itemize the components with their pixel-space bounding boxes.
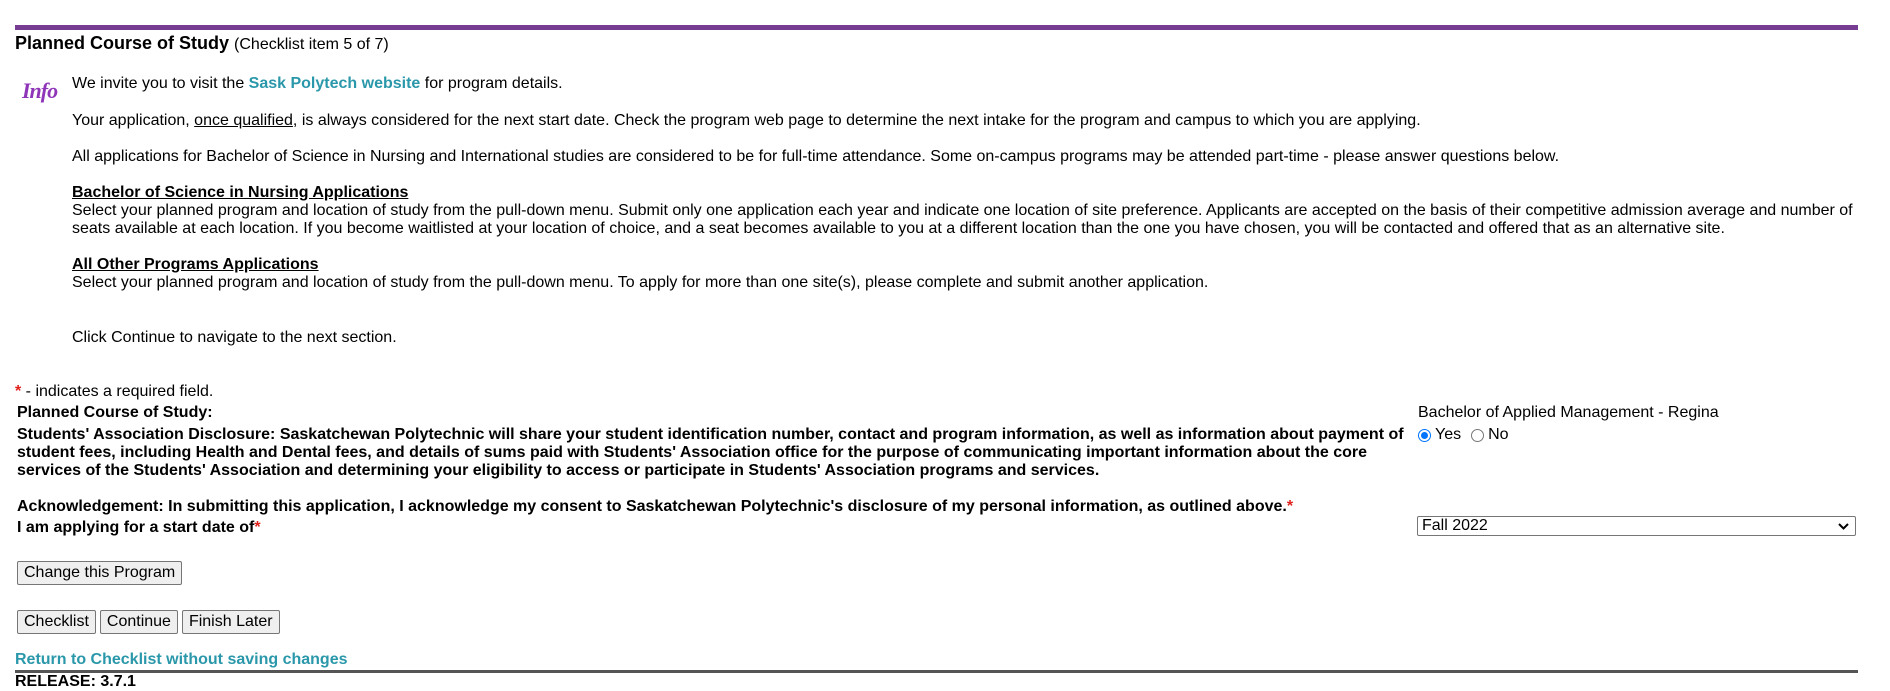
start-date-selected-value: Fall 2022: [1422, 517, 1488, 534]
disclosure-radio-group: Yes No: [1418, 426, 1509, 444]
info-line-qualified: Your application, once qualified, is alw…: [72, 112, 1421, 130]
start-date-text: I am applying for a start date of: [17, 519, 255, 536]
required-asterisk-icon: *: [254, 519, 261, 536]
continue-button[interactable]: Continue: [99, 610, 178, 634]
once-qualified-text: once qualified: [194, 112, 293, 129]
info-text: for program details.: [420, 75, 563, 92]
page-title: Planned Course of Study (Checklist item …: [15, 33, 389, 54]
return-to-checklist-link[interactable]: Return to Checklist without saving chang…: [15, 651, 348, 669]
start-date-label: I am applying for a start date of*: [17, 519, 261, 537]
release-version: RELEASE: 3.7.1: [15, 673, 136, 690]
bsn-heading: Bachelor of Science in Nursing Applicati…: [72, 184, 409, 201]
continue-note: Click Continue to navigate to the next s…: [72, 329, 397, 346]
planned-course-label: Planned Course of Study:: [17, 404, 213, 421]
acknowledgement-label: Acknowledgement: In submitting this appl…: [17, 498, 1293, 516]
info-text: We invite you to visit the: [72, 75, 249, 92]
checklist-button[interactable]: Checklist: [17, 610, 96, 634]
page-title-text: Planned Course of Study: [15, 33, 230, 53]
disclosure-label: Students' Association Disclosure: Saskat…: [17, 426, 1404, 479]
required-note-text: - indicates a required field.: [21, 383, 214, 400]
checklist-progress: (Checklist item 5 of 7): [234, 36, 389, 53]
info-line-fulltime: All applications for Bachelor of Science…: [72, 148, 1560, 165]
finish-later-button[interactable]: Finish Later: [181, 610, 280, 634]
bsn-body: Select your planned program and location…: [72, 202, 1853, 237]
disclosure-yes-label[interactable]: Yes: [1435, 426, 1461, 444]
disclosure-yes-radio[interactable]: [1418, 428, 1431, 442]
sask-polytech-website-link[interactable]: Sask Polytech website: [249, 75, 421, 92]
required-field-note: * - indicates a required field.: [15, 383, 213, 401]
disclosure-no-radio[interactable]: [1471, 428, 1485, 442]
planned-course-value: Bachelor of Applied Management - Regina: [1418, 404, 1719, 421]
disclosure-no-label[interactable]: No: [1488, 426, 1508, 444]
start-date-select[interactable]: Fall 2022: [1417, 516, 1856, 536]
footer-divider: [15, 670, 1858, 673]
chevron-down-icon: [1838, 522, 1849, 530]
info-text: Your application,: [72, 112, 195, 129]
action-buttons: Checklist Continue Finish Later: [17, 610, 280, 634]
info-icon: Info: [22, 78, 58, 103]
required-asterisk-icon: *: [1286, 498, 1294, 515]
other-programs-heading: All Other Programs Applications: [72, 256, 319, 273]
change-program-button[interactable]: Change this Program: [17, 561, 183, 585]
other-programs-body: Select your planned program and location…: [72, 274, 1209, 291]
acknowledgement-text: Acknowledgement: In submitting this appl…: [17, 498, 1287, 515]
top-divider: [15, 25, 1858, 30]
info-text: , is always considered for the next star…: [292, 112, 1421, 129]
info-line-website: We invite you to visit the Sask Polytech…: [72, 75, 563, 93]
